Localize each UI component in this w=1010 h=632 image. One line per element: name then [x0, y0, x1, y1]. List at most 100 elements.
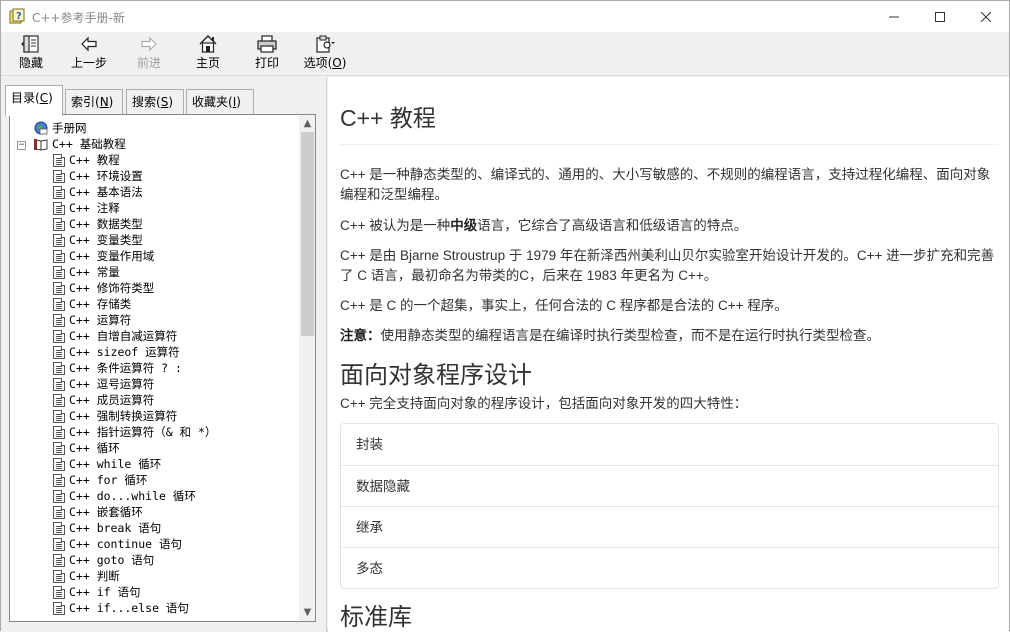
tree-item[interactable]: C++ 逗号运算符 [53, 376, 154, 392]
intro-paragraph: C++ 是一种静态类型的、编译式的、通用的、大小写敏感的、不规则的编程语言，支持… [340, 167, 991, 202]
topic-page-icon [53, 361, 65, 375]
topic-page-icon [53, 297, 65, 311]
tree-item[interactable]: C++ 注释 [53, 200, 120, 216]
tree-item-label: C++ do...while 循环 [69, 489, 196, 503]
scroll-thumb[interactable] [301, 132, 314, 336]
topic-page-icon [53, 489, 65, 503]
scroll-up-arrow-icon[interactable]: ▲ [299, 115, 315, 132]
topic-page-icon [53, 569, 65, 583]
tree-item[interactable]: C++ if...else 语句 [53, 600, 189, 616]
topic-page-icon [53, 201, 65, 215]
tree-item[interactable]: C++ 教程 [53, 152, 120, 168]
tree-item[interactable]: C++ 循环 [53, 440, 120, 456]
collapse-toggle[interactable]: − [17, 141, 26, 150]
tree-item[interactable]: C++ 运算符 [53, 312, 131, 328]
tree-item[interactable]: C++ 指针运算符（& 和 *） [53, 424, 216, 440]
topic-page-icon [53, 473, 65, 487]
tab-favorites[interactable]: 收藏夹(I) [186, 89, 254, 115]
tree-item[interactable]: C++ 环境设置 [53, 168, 143, 184]
topic-page-icon [53, 585, 65, 599]
tree-folder[interactable]: C++ 基础教程 [34, 136, 126, 152]
tree-item-label: C++ 常量 [69, 265, 120, 279]
tree-item[interactable]: C++ sizeof 运算符 [53, 344, 180, 360]
home-label: 主页 [195, 56, 220, 70]
tree-item-label: C++ 变量作用域 [69, 249, 155, 263]
back-arrow-icon [81, 36, 97, 52]
print-button[interactable]: 打印 [239, 34, 295, 74]
options-button[interactable]: 选项(O) [297, 34, 353, 74]
forward-label: 前进 [136, 56, 161, 70]
tree-item-label: C++ 存储类 [69, 297, 132, 311]
tree-item[interactable]: C++ 自增自减运算符 [53, 328, 177, 344]
tree-item[interactable]: C++ 强制转换运算符 [53, 408, 177, 424]
topic-page-icon [53, 553, 65, 567]
tab-index[interactable]: 索引(N) [65, 89, 123, 115]
title-bar[interactable]: ? C++参考手册-新 [1, 1, 1009, 32]
forward-arrow-icon [141, 36, 157, 52]
window-title: C++参考手册-新 [32, 11, 125, 25]
toolbar: 隐藏 上一步 前进 主页 打印 选项(O) [1, 32, 1009, 76]
back-label: 上一步 [70, 56, 107, 70]
tab-contents[interactable]: 目录(C) [5, 85, 63, 116]
topic-page-icon [53, 233, 65, 247]
maximize-button[interactable] [917, 1, 963, 32]
tree-item-label: C++ 数据类型 [69, 217, 143, 231]
tree-item[interactable]: C++ 变量类型 [53, 232, 143, 248]
feature-list: 封装 数据隐藏 继承 多态 [340, 423, 999, 589]
topic-page-icon [53, 153, 65, 167]
scroll-down-arrow-icon[interactable]: ▼ [299, 604, 315, 621]
superset-paragraph: C++ 是 C 的一个超集，事实上，任何合法的 C 程序都是合法的 C++ 程序… [340, 298, 788, 313]
home-icon [199, 35, 217, 53]
tree-item[interactable]: C++ 条件运算符 ? : [53, 360, 182, 376]
list-item: 数据隐藏 [341, 465, 998, 506]
topic-page-icon [53, 409, 65, 423]
tree-item[interactable]: C++ 成员运算符 [53, 392, 154, 408]
tree-item[interactable]: C++ 变量作用域 [53, 248, 154, 264]
topic-page-icon [53, 345, 65, 359]
topic-page-icon [53, 281, 65, 295]
tree-item[interactable]: C++ 数据类型 [53, 216, 143, 232]
tree-item-label: C++ 注释 [69, 201, 120, 215]
tree-item[interactable]: C++ 修饰符类型 [53, 280, 154, 296]
forward-button[interactable]: 前进 [121, 34, 177, 74]
tree-item[interactable]: C++ do...while 循环 [53, 488, 196, 504]
tree-root[interactable]: 手册网 [34, 120, 87, 136]
tree-item-label: C++ break 语句 [69, 521, 162, 535]
tree-scrollbar[interactable]: ▲ ▼ [299, 115, 315, 621]
back-button[interactable]: 上一步 [61, 34, 117, 74]
tree-item-label: C++ goto 语句 [69, 553, 155, 567]
tree-item-label: C++ continue 语句 [69, 537, 183, 551]
tree-item[interactable]: C++ continue 语句 [53, 536, 182, 552]
topic-page-icon [53, 329, 65, 343]
tree-item[interactable]: C++ if 语句 [53, 584, 140, 600]
tree-item-label: C++ while 循环 [69, 457, 162, 471]
tree-item[interactable]: C++ goto 语句 [53, 552, 154, 568]
oop-heading: 面向对象程序设计 [340, 362, 532, 389]
tree-item-label: C++ 成员运算符 [69, 393, 155, 407]
contents-tree-box: 手册网 − C++ 基础教程 C++ 教程 C++ 环境设置 C++ 基本语法 C++… [9, 114, 316, 622]
tree-item-label: C++ 循环 [69, 441, 120, 455]
tree-item[interactable]: C++ 常量 [53, 264, 120, 280]
tree-item[interactable]: C++ 基本语法 [53, 184, 143, 200]
print-label: 打印 [254, 56, 279, 70]
contents-tree: 手册网 − C++ 基础教程 C++ 教程 C++ 环境设置 C++ 基本语法 C++… [10, 115, 299, 621]
tree-item[interactable]: C++ for 循环 [53, 472, 147, 488]
tree-item-label: C++ 变量类型 [69, 233, 143, 247]
tree-item-label: C++ 教程 [69, 153, 120, 167]
tab-search[interactable]: 搜索(S) [126, 89, 184, 115]
tree-item-label: C++ 修饰符类型 [69, 281, 155, 295]
home-button[interactable]: 主页 [180, 34, 236, 74]
tree-item[interactable]: C++ 判断 [53, 568, 120, 584]
oop-paragraph: C++ 完全支持面向对象的程序设计，包括面向对象开发的四大特性： [340, 396, 748, 411]
tree-item[interactable]: C++ 嵌套循环 [53, 504, 143, 520]
close-button[interactable] [963, 1, 1009, 32]
tree-item[interactable]: C++ break 语句 [53, 520, 161, 536]
hide-button[interactable]: 隐藏 [3, 34, 59, 74]
topic-page-icon [53, 217, 65, 231]
minimize-button[interactable] [871, 1, 917, 32]
tree-folder-label: C++ 基础教程 [52, 137, 126, 151]
tree-item-label: C++ 基本语法 [69, 185, 143, 199]
tree-item[interactable]: C++ 存储类 [53, 296, 131, 312]
tree-item-label: C++ if...else 语句 [69, 601, 189, 615]
tree-item[interactable]: C++ while 循环 [53, 456, 161, 472]
